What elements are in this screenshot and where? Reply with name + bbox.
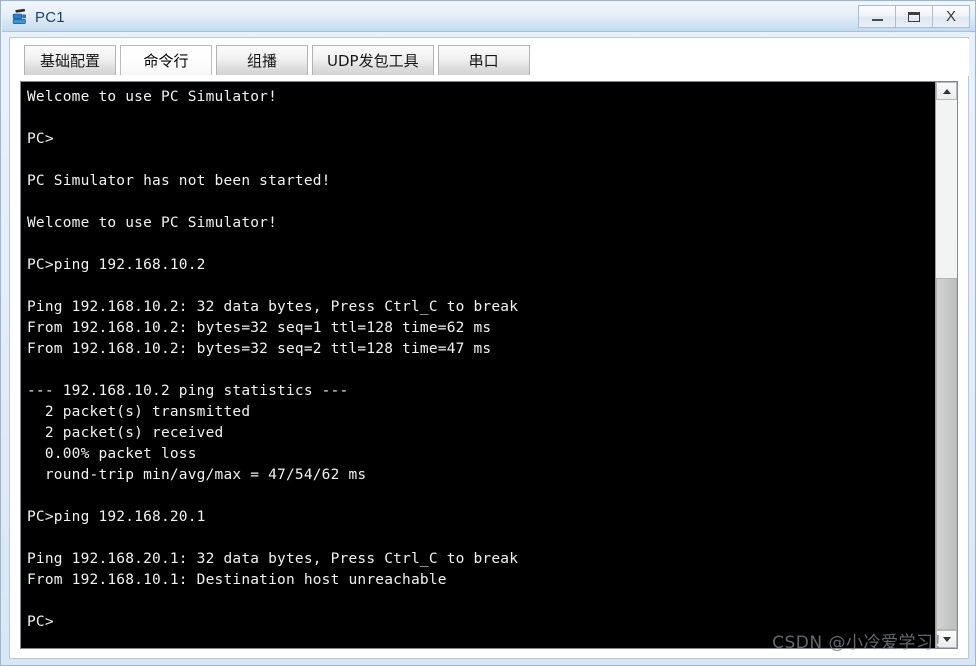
terminal-line: 2 packet(s) received: [27, 425, 224, 441]
terminal-line: PC>: [27, 614, 54, 630]
terminal-line: PC>: [27, 131, 54, 147]
terminal-line: PC>ping 192.168.10.2: [27, 257, 206, 273]
terminal-output[interactable]: Welcome to use PC Simulator! PC> PC Simula…: [21, 82, 937, 648]
tab-label: 基础配置: [39, 52, 100, 70]
terminal-line: Welcome to use PC Simulator!: [27, 215, 278, 231]
chevron-up-icon: [942, 88, 951, 94]
maximize-icon: [908, 11, 920, 22]
close-icon: X: [945, 8, 956, 25]
minimize-button[interactable]: [858, 5, 896, 28]
scrollbar-thumb[interactable]: [936, 278, 957, 630]
tab-label: 串口: [468, 52, 499, 70]
scrollbar-track[interactable]: [936, 100, 957, 630]
tab-command-line[interactable]: 命令行: [120, 45, 212, 75]
terminal-line: Ping 192.168.10.2: 32 data bytes, Press …: [27, 299, 519, 315]
chevron-down-icon: [942, 636, 951, 642]
minimize-icon: [871, 18, 883, 21]
terminal-line: From 192.168.10.2: bytes=32 seq=1 ttl=12…: [27, 320, 492, 336]
window-controls: X: [858, 5, 970, 28]
tab-multicast[interactable]: 组播: [216, 45, 308, 75]
client-area: 基础配置 命令行 组播 UDP发包工具 串口 Welcome to use PC…: [9, 37, 969, 659]
terminal-line: --- 192.168.10.2 ping statistics ---: [27, 383, 349, 399]
terminal-line: 0.00% packet loss: [27, 446, 197, 462]
terminal-line: Ping 192.168.20.1: 32 data bytes, Press …: [27, 551, 519, 567]
tab-label: 命令行: [143, 52, 189, 70]
terminal-scrollbar[interactable]: [935, 82, 957, 648]
terminal-line: Welcome to use PC Simulator!: [27, 89, 278, 105]
title-bar: PC1 X: [2, 2, 975, 32]
tab-udp-tool[interactable]: UDP发包工具: [312, 45, 434, 75]
terminal-line: round-trip min/avg/max = 47/54/62 ms: [27, 467, 367, 483]
maximize-button[interactable]: [895, 5, 933, 28]
close-button[interactable]: X: [932, 5, 970, 28]
tab-label: 组播: [246, 52, 277, 70]
pc1-window: PC1 X 基础配置 命令行 组播 UDP发包工具 串口 Welcome to …: [0, 0, 976, 666]
tab-label: UDP发包工具: [327, 52, 419, 70]
window-title: PC1: [35, 8, 65, 26]
title-bar-left: PC1: [11, 2, 65, 32]
tab-strip: 基础配置 命令行 组播 UDP发包工具 串口: [11, 39, 969, 76]
scroll-up-button[interactable]: [936, 82, 957, 100]
pc-device-icon: [11, 8, 29, 26]
terminal-line: PC Simulator has not been started!: [27, 173, 331, 189]
terminal-line: From 192.168.10.1: Destination host unre…: [27, 572, 447, 588]
terminal-line: From 192.168.10.2: bytes=32 seq=2 ttl=12…: [27, 341, 492, 357]
scroll-down-button[interactable]: [936, 630, 957, 648]
terminal-panel: Welcome to use PC Simulator! PC> PC Simula…: [20, 81, 958, 649]
tab-basic-config[interactable]: 基础配置: [24, 45, 116, 75]
terminal-line: 2 packet(s) transmitted: [27, 404, 251, 420]
tab-serial-port[interactable]: 串口: [437, 45, 530, 75]
terminal-line: PC>ping 192.168.20.1: [27, 509, 206, 525]
